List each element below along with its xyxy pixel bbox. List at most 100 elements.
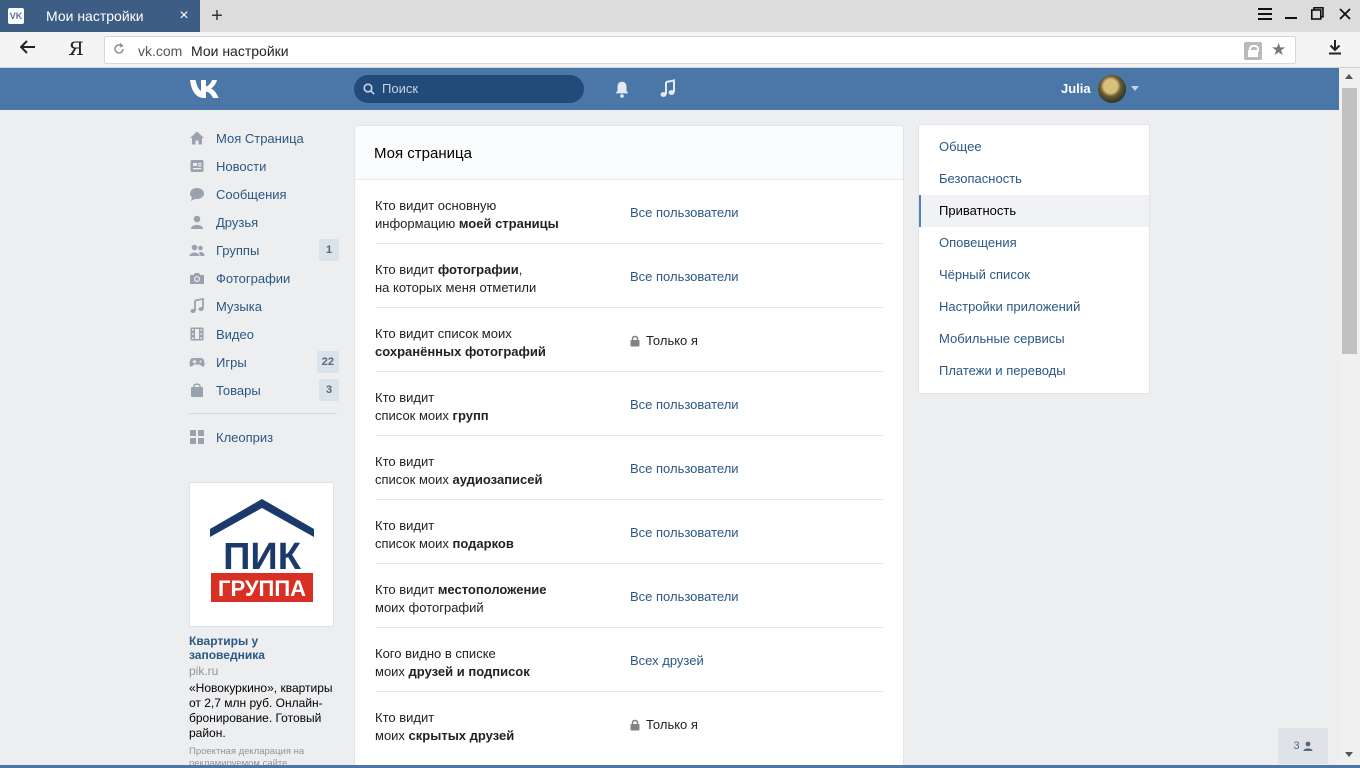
privacy-value-text: Только я [646, 717, 698, 732]
browser-tab-active[interactable]: VK Мои настройки × [0, 0, 200, 32]
sidebar-item-badge[interactable]: 1 [319, 239, 339, 261]
privacy-row: Кто видит основную информацию моей страни… [375, 180, 883, 244]
privacy-row: Кто видит фотографии, на которых меня отм… [375, 244, 883, 308]
messages-icon [189, 186, 205, 202]
user-name[interactable]: Julia [1061, 81, 1091, 96]
vk-logo-icon[interactable] [189, 78, 223, 100]
ad-text[interactable]: «Новокуркино», квартиры от 2,7 млн руб. … [189, 681, 334, 741]
sidebar-item-badge[interactable]: 22 [316, 351, 339, 373]
privacy-value-link[interactable]: Все пользователи [630, 205, 739, 220]
settings-nav-item[interactable]: Настройки приложений [919, 291, 1149, 323]
sidebar-item[interactable]: Друзья [189, 208, 339, 236]
sidebar-item[interactable]: Группы 1 [189, 236, 339, 264]
settings-nav-item[interactable]: Безопасность [919, 163, 1149, 195]
scrollbar-thumb[interactable] [1342, 88, 1357, 354]
privacy-question-text: на которых меня отметили [375, 280, 537, 295]
tab-close-icon[interactable]: × [176, 8, 192, 24]
lock-icon[interactable] [1244, 42, 1262, 60]
privacy-value-link[interactable]: Только я [630, 717, 698, 732]
apps-icon [189, 429, 205, 445]
ad-logo-bottom-text: ГРУППА [218, 576, 306, 601]
ad-domain[interactable]: pik.ru [189, 664, 334, 678]
privacy-value-link[interactable]: Все пользователи [630, 461, 739, 476]
privacy-question: Кто видит местоположение моих фотографий [375, 581, 615, 617]
ad-block[interactable]: ПИК ГРУППА Квартиры у заповедника pik.ru… [189, 482, 334, 768]
privacy-value-text: Все пользователи [630, 397, 739, 412]
browser-menu-icon[interactable] [1255, 6, 1275, 26]
sidebar-item[interactable]: Фотографии [189, 264, 339, 292]
privacy-value-text: Все пользователи [630, 461, 739, 476]
privacy-question-bold: сохранённых фотографий [375, 344, 546, 359]
bell-icon[interactable] [612, 79, 632, 99]
chevron-down-icon[interactable] [1131, 86, 1139, 91]
sidebar-item[interactable]: Моя Страница [189, 124, 339, 152]
privacy-question-text: Кто видит список моих [375, 326, 512, 341]
settings-nav-item[interactable]: Мобильные сервисы [919, 323, 1149, 355]
scroll-up-arrow-icon[interactable] [1345, 74, 1353, 79]
sidebar-item[interactable]: Сообщения [189, 180, 339, 208]
url-field[interactable]: vk.com Мои настройки ★ [104, 36, 1296, 64]
settings-nav-item[interactable]: Приватность [919, 195, 1149, 227]
sidebar-item[interactable]: Видео [189, 320, 339, 348]
bookmark-star-icon[interactable]: ★ [1271, 40, 1286, 60]
pik-logo-image[interactable]: ПИК ГРУППА [189, 482, 334, 627]
sidebar-item[interactable]: Товары 3 [189, 376, 339, 404]
sidebar-app-item[interactable]: Клеоприз [189, 423, 339, 451]
sidebar-item-badge[interactable]: 3 [319, 379, 339, 401]
avatar[interactable] [1098, 75, 1126, 103]
browser-tab-bar: VK Мои настройки × + [0, 0, 1360, 32]
privacy-question: Кто видит моих скрытых друзей [375, 709, 615, 745]
privacy-question-text: Кто видит основную [375, 198, 497, 213]
settings-nav: Общее Безопасность Приватность Оповещения Чё… [918, 124, 1150, 394]
restore-icon[interactable] [1307, 6, 1327, 26]
privacy-value-link[interactable]: Все пользователи [630, 269, 739, 284]
privacy-value-text: Все пользователи [630, 589, 739, 604]
privacy-question-text: информацию [375, 216, 459, 231]
news-icon [189, 158, 205, 174]
search-input[interactable]: Поиск [354, 75, 584, 103]
privacy-question: Кого видно в списке моих друзей и подписо… [375, 645, 615, 681]
ad-title[interactable]: Квартиры у заповедника [189, 634, 334, 662]
minimize-icon[interactable] [1281, 6, 1301, 26]
privacy-row: Кто видит список моих сохранённых фотогра… [375, 308, 883, 372]
ad-logo-top-text: ПИК [223, 536, 302, 578]
privacy-question: Кто видит список моих сохранённых фотогра… [375, 325, 615, 361]
privacy-question-text: Кто видит [375, 582, 438, 597]
reload-icon[interactable] [113, 43, 127, 57]
privacy-row: Кто видит список моих аудиозаписей Все пол… [375, 436, 883, 500]
scroll-down-arrow-icon[interactable] [1345, 752, 1353, 757]
settings-nav-item[interactable]: Общее [919, 131, 1149, 163]
download-icon[interactable] [1325, 39, 1345, 59]
yandex-button[interactable]: Я [66, 38, 86, 60]
sidebar-app-label: Клеоприз [216, 429, 274, 445]
privacy-question: Кто видит список моих групп [375, 389, 615, 425]
sidebar-item[interactable]: Игры 22 [189, 348, 339, 376]
left-sidebar: Моя Страница Новости Сообщения Друзья Группы… [189, 124, 339, 451]
sidebar-item[interactable]: Музыка [189, 292, 339, 320]
privacy-value-link[interactable]: Только я [630, 333, 698, 348]
sidebar-item[interactable]: Новости [189, 152, 339, 180]
privacy-value-link[interactable]: Все пользователи [630, 589, 739, 604]
close-window-icon[interactable] [1335, 6, 1355, 26]
privacy-question-text: , [518, 262, 523, 277]
back-arrow-icon[interactable] [18, 39, 38, 59]
settings-nav-item[interactable]: Оповещения [919, 227, 1149, 259]
url-page-title: Мои настройки [191, 43, 289, 59]
lock-icon [630, 335, 640, 346]
music-note-icon[interactable] [658, 79, 678, 99]
vk-favicon-icon: VK [8, 8, 24, 24]
sidebar-item-label: Фотографии [216, 270, 291, 286]
privacy-value-link[interactable]: Все пользователи [630, 525, 739, 540]
page-scrollbar[interactable] [1339, 68, 1360, 768]
privacy-question: Кто видит основную информацию моей страни… [375, 197, 615, 233]
privacy-value-link[interactable]: Всех друзей [630, 653, 704, 668]
new-tab-plus-icon[interactable]: + [206, 5, 228, 27]
groups-icon [189, 242, 205, 258]
online-friends-widget[interactable]: 3 [1278, 728, 1328, 764]
settings-nav-item[interactable]: Платежи и переводы [919, 355, 1149, 387]
sidebar-item-label: Новости [216, 158, 267, 174]
settings-nav-item[interactable]: Чёрный список [919, 259, 1149, 291]
privacy-question-text: список моих [375, 472, 453, 487]
privacy-value-link[interactable]: Все пользователи [630, 397, 739, 412]
privacy-question-bold: аудиозаписей [452, 472, 543, 487]
